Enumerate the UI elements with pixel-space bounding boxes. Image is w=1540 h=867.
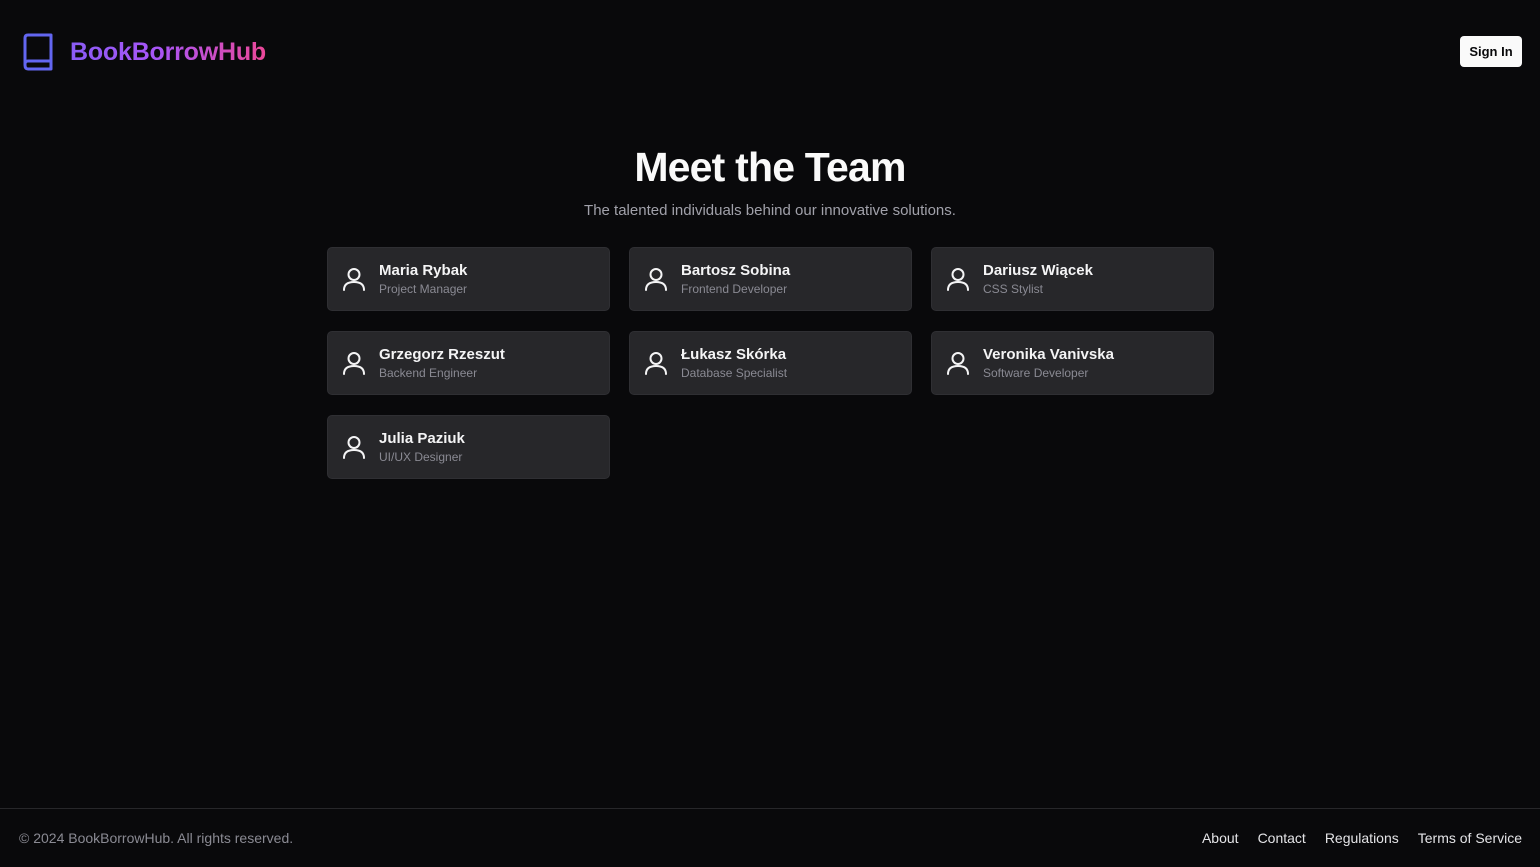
footer-link-terms[interactable]: Terms of Service bbox=[1418, 829, 1522, 847]
team-member-info: Grzegorz Rzeszut Backend Engineer bbox=[379, 345, 505, 382]
team-member-name: Veronika Vanivska bbox=[983, 345, 1114, 363]
team-member-info: Bartosz Sobina Frontend Developer bbox=[681, 261, 790, 298]
team-member-name: Maria Rybak bbox=[379, 261, 468, 279]
team-member-info: Dariusz Wiącek CSS Stylist bbox=[983, 261, 1093, 298]
user-icon bbox=[947, 268, 969, 291]
team-member-info: Łukasz Skórka Database Specialist bbox=[681, 345, 787, 382]
team-member-info: Julia Paziuk UI/UX Designer bbox=[379, 429, 465, 466]
brand-link[interactable]: BookBorrowHub bbox=[22, 33, 266, 71]
team-member-name: Grzegorz Rzeszut bbox=[379, 345, 505, 363]
footer-link-about[interactable]: About bbox=[1202, 829, 1239, 847]
team-member-role: UI/UX Designer bbox=[379, 449, 463, 464]
site-footer: © 2024 BookBorrowHub. All rights reserve… bbox=[0, 808, 1540, 867]
team-member-card: Dariusz Wiącek CSS Stylist bbox=[931, 247, 1214, 311]
team-member-card: Bartosz Sobina Frontend Developer bbox=[629, 247, 912, 311]
team-member-info: Veronika Vanivska Software Developer bbox=[983, 345, 1114, 382]
team-member-role: Software Developer bbox=[983, 365, 1089, 380]
team-member-role: Backend Engineer bbox=[379, 365, 478, 380]
sign-in-button[interactable]: Sign In bbox=[1460, 36, 1522, 67]
book-icon bbox=[23, 33, 53, 71]
user-icon bbox=[645, 352, 667, 375]
team-member-role: Frontend Developer bbox=[681, 281, 788, 296]
page-title: Meet the Team bbox=[634, 144, 906, 190]
team-member-name: Łukasz Skórka bbox=[681, 345, 787, 363]
team-member-card: Łukasz Skórka Database Specialist bbox=[629, 331, 912, 395]
team-member-name: Dariusz Wiącek bbox=[983, 261, 1093, 279]
page-subtitle: The talented individuals behind our inno… bbox=[584, 202, 956, 219]
team-member-role: Project Manager bbox=[379, 281, 468, 296]
user-icon bbox=[343, 436, 365, 459]
user-icon bbox=[947, 352, 969, 375]
page: BookBorrowHub Sign In Meet the Team The … bbox=[0, 0, 1540, 867]
team-member-card: Julia Paziuk UI/UX Designer bbox=[327, 415, 610, 479]
team-grid: Maria Rybak Project Manager Bartosz Sobi… bbox=[327, 247, 1214, 479]
user-icon bbox=[645, 268, 667, 291]
team-member-name: Julia Paziuk bbox=[379, 429, 465, 447]
team-member-card: Grzegorz Rzeszut Backend Engineer bbox=[327, 331, 610, 395]
footer-link-regulations[interactable]: Regulations bbox=[1325, 829, 1399, 847]
team-member-info: Maria Rybak Project Manager bbox=[379, 261, 467, 298]
team-member-card: Veronika Vanivska Software Developer bbox=[931, 331, 1214, 395]
user-icon bbox=[343, 268, 365, 291]
footer-nav: About Contact Regulations Terms of Servi… bbox=[1202, 829, 1522, 847]
site-header: BookBorrowHub Sign In bbox=[0, 0, 1540, 104]
brand-name: BookBorrowHub bbox=[70, 33, 266, 71]
user-icon bbox=[343, 352, 365, 375]
team-member-name: Bartosz Sobina bbox=[681, 261, 791, 279]
team-member-role: Database Specialist bbox=[681, 365, 788, 380]
footer-link-contact[interactable]: Contact bbox=[1258, 829, 1306, 847]
team-member-role: CSS Stylist bbox=[983, 281, 1044, 296]
team-member-card: Maria Rybak Project Manager bbox=[327, 247, 610, 311]
copyright-text: © 2024 BookBorrowHub. All rights reserve… bbox=[19, 830, 294, 846]
